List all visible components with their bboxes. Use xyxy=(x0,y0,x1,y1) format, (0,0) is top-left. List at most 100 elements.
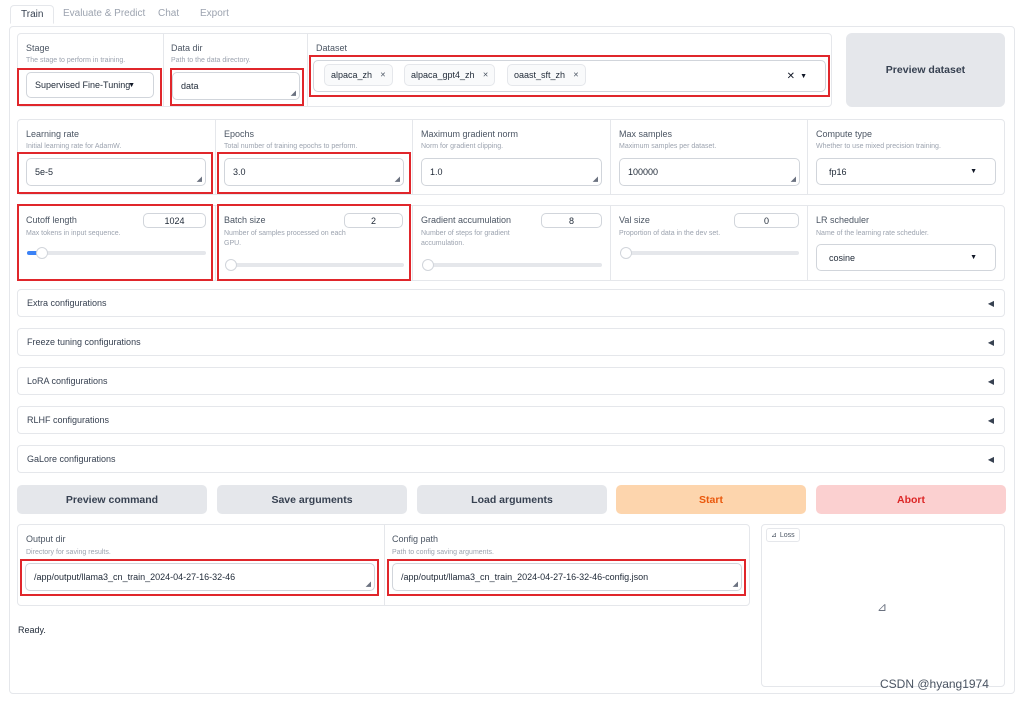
tab-export[interactable]: Export xyxy=(200,8,229,19)
val-size-info: Proportion of data in the dev set. xyxy=(619,230,721,237)
dataset-label: Dataset xyxy=(316,43,348,53)
resize-handle-icon[interactable]: ◢ xyxy=(291,89,296,97)
val-size-number[interactable]: 0 xyxy=(734,213,799,228)
slider-thumb[interactable] xyxy=(36,247,48,259)
resize-handle-icon[interactable]: ◢ xyxy=(593,175,598,183)
resize-handle-icon[interactable]: ◢ xyxy=(366,580,371,588)
start-button[interactable]: Start xyxy=(616,485,806,514)
data-dir-info: Path to the data directory. xyxy=(171,57,251,64)
divider xyxy=(412,119,413,195)
stage-label: Stage xyxy=(26,43,50,53)
accordion-label: RLHF configurations xyxy=(27,415,110,425)
accordion-extra[interactable]: Extra configurations ◀ xyxy=(17,289,1005,317)
loss-label-text: Loss xyxy=(779,531,795,539)
tab-evaluate-predict[interactable]: Evaluate & Predict xyxy=(63,8,145,19)
load-arguments-button[interactable]: Load arguments xyxy=(417,485,607,514)
slider-thumb[interactable] xyxy=(422,259,434,271)
lr-scheduler-dropdown[interactable]: cosine ▼ xyxy=(816,244,996,271)
preview-command-button[interactable]: Preview command xyxy=(17,485,207,514)
config-path-input[interactable]: /app/output/llama3_cn_train_2024-04-27-1… xyxy=(392,563,742,591)
lr-scheduler-info: Name of the learning rate scheduler. xyxy=(816,230,929,237)
grad-accum-info: Number of steps for gradient accumulatio… xyxy=(421,230,510,247)
batch-size-slider[interactable] xyxy=(225,259,404,271)
divider xyxy=(610,205,611,281)
accordion-label: GaLore configurations xyxy=(27,454,116,464)
learning-rate-input[interactable]: 5e-5 ◢ xyxy=(26,158,206,186)
remove-chip-icon[interactable]: ✕ xyxy=(380,71,386,79)
divider xyxy=(807,205,808,281)
output-dir-info: Directory for saving results. xyxy=(26,549,111,556)
resize-handle-icon[interactable]: ◢ xyxy=(395,175,400,183)
divider xyxy=(163,33,164,107)
lr-scheduler-label: LR scheduler xyxy=(816,215,870,225)
cutoff-length-info: Max tokens in input sequence. xyxy=(26,230,121,237)
compute-type-value: fp16 xyxy=(829,166,847,177)
output-dir-value: /app/output/llama3_cn_train_2024-04-27-1… xyxy=(34,572,236,582)
accordion-lora[interactable]: LoRA configurations ◀ xyxy=(17,367,1005,395)
config-path-label: Config path xyxy=(392,534,439,544)
batch-size-number[interactable]: 2 xyxy=(344,213,403,228)
cutoff-length-label: Cutoff length xyxy=(26,215,77,225)
dataset-chip[interactable]: alpaca_zh ✕ xyxy=(324,64,393,86)
chip-label: alpaca_gpt4_zh xyxy=(411,70,475,80)
max-samples-value: 100000 xyxy=(628,167,659,177)
remove-chip-icon[interactable]: ✕ xyxy=(573,71,579,79)
val-size-label: Val size xyxy=(619,215,650,225)
max-grad-norm-label: Maximum gradient norm xyxy=(421,129,519,139)
accordion-freeze[interactable]: Freeze tuning configurations ◀ xyxy=(17,328,1005,356)
chevron-down-icon: ▼ xyxy=(970,254,977,261)
resize-handle-icon[interactable]: ◢ xyxy=(791,175,796,183)
divider xyxy=(307,33,308,107)
loss-plot: ⊿ Loss ⊿ xyxy=(761,524,1005,687)
empty-chart-icon: ⊿ xyxy=(877,600,888,614)
max-grad-norm-value: 1.0 xyxy=(430,167,443,177)
output-dir-label: Output dir xyxy=(26,534,66,544)
max-samples-info: Maximum samples per dataset. xyxy=(619,143,717,150)
collapse-arrow-icon: ◀ xyxy=(987,415,994,425)
compute-type-dropdown[interactable]: fp16 ▼ xyxy=(816,158,996,185)
max-grad-norm-input[interactable]: 1.0 ◢ xyxy=(421,158,602,186)
collapse-arrow-icon: ◀ xyxy=(987,376,994,386)
cutoff-length-slider[interactable] xyxy=(27,247,206,259)
dataset-chip[interactable]: oaast_sft_zh ✕ xyxy=(507,64,586,86)
cutoff-length-number[interactable]: 1024 xyxy=(143,213,206,228)
save-arguments-button[interactable]: Save arguments xyxy=(217,485,407,514)
collapse-arrow-icon: ◀ xyxy=(987,454,994,464)
data-dir-value: data xyxy=(181,81,199,91)
epochs-info: Total number of training epochs to perfo… xyxy=(224,143,358,150)
chip-label: oaast_sft_zh xyxy=(514,70,566,80)
dataset-chip[interactable]: alpaca_gpt4_zh ✕ xyxy=(404,64,496,86)
max-grad-norm-info: Norm for gradient clipping. xyxy=(421,143,504,150)
stage-value: Supervised Fine-Tuning xyxy=(35,80,131,90)
divider xyxy=(807,119,808,195)
tab-train[interactable]: Train xyxy=(10,5,55,24)
abort-button[interactable]: Abort xyxy=(816,485,1006,514)
grad-accum-number[interactable]: 8 xyxy=(541,213,602,228)
loss-plot-label: ⊿ Loss xyxy=(766,528,800,542)
collapse-arrow-icon: ◀ xyxy=(987,298,994,308)
epochs-input[interactable]: 3.0 ◢ xyxy=(224,158,404,186)
chart-icon: ⊿ xyxy=(771,532,777,539)
data-dir-input[interactable]: data ◢ xyxy=(172,72,300,100)
accordion-rlhf[interactable]: RLHF configurations ◀ xyxy=(17,406,1005,434)
resize-handle-icon[interactable]: ◢ xyxy=(733,580,738,588)
accordion-galore[interactable]: GaLore configurations ◀ xyxy=(17,445,1005,473)
slider-thumb[interactable] xyxy=(225,259,237,271)
divider xyxy=(412,205,413,281)
chevron-down-icon: ▼ xyxy=(128,81,135,89)
remove-chip-icon[interactable]: ✕ xyxy=(483,71,489,79)
tab-chat[interactable]: Chat xyxy=(158,8,179,19)
divider xyxy=(610,119,611,195)
val-size-slider[interactable] xyxy=(620,247,799,259)
stage-dropdown[interactable]: Supervised Fine-Tuning ▼ xyxy=(26,72,154,98)
max-samples-input[interactable]: 100000 ◢ xyxy=(619,158,800,186)
slider-thumb[interactable] xyxy=(620,247,632,259)
output-dir-input[interactable]: /app/output/llama3_cn_train_2024-04-27-1… xyxy=(25,563,375,591)
resize-handle-icon[interactable]: ◢ xyxy=(197,175,202,183)
accordion-label: LoRA configurations xyxy=(27,376,108,386)
batch-size-label: Batch size xyxy=(224,215,266,225)
chevron-down-icon[interactable]: ▼ xyxy=(800,73,807,80)
preview-dataset-button[interactable]: Preview dataset xyxy=(846,33,1005,107)
grad-accum-slider[interactable] xyxy=(422,259,602,271)
clear-icon[interactable]: ✕ xyxy=(787,71,795,82)
